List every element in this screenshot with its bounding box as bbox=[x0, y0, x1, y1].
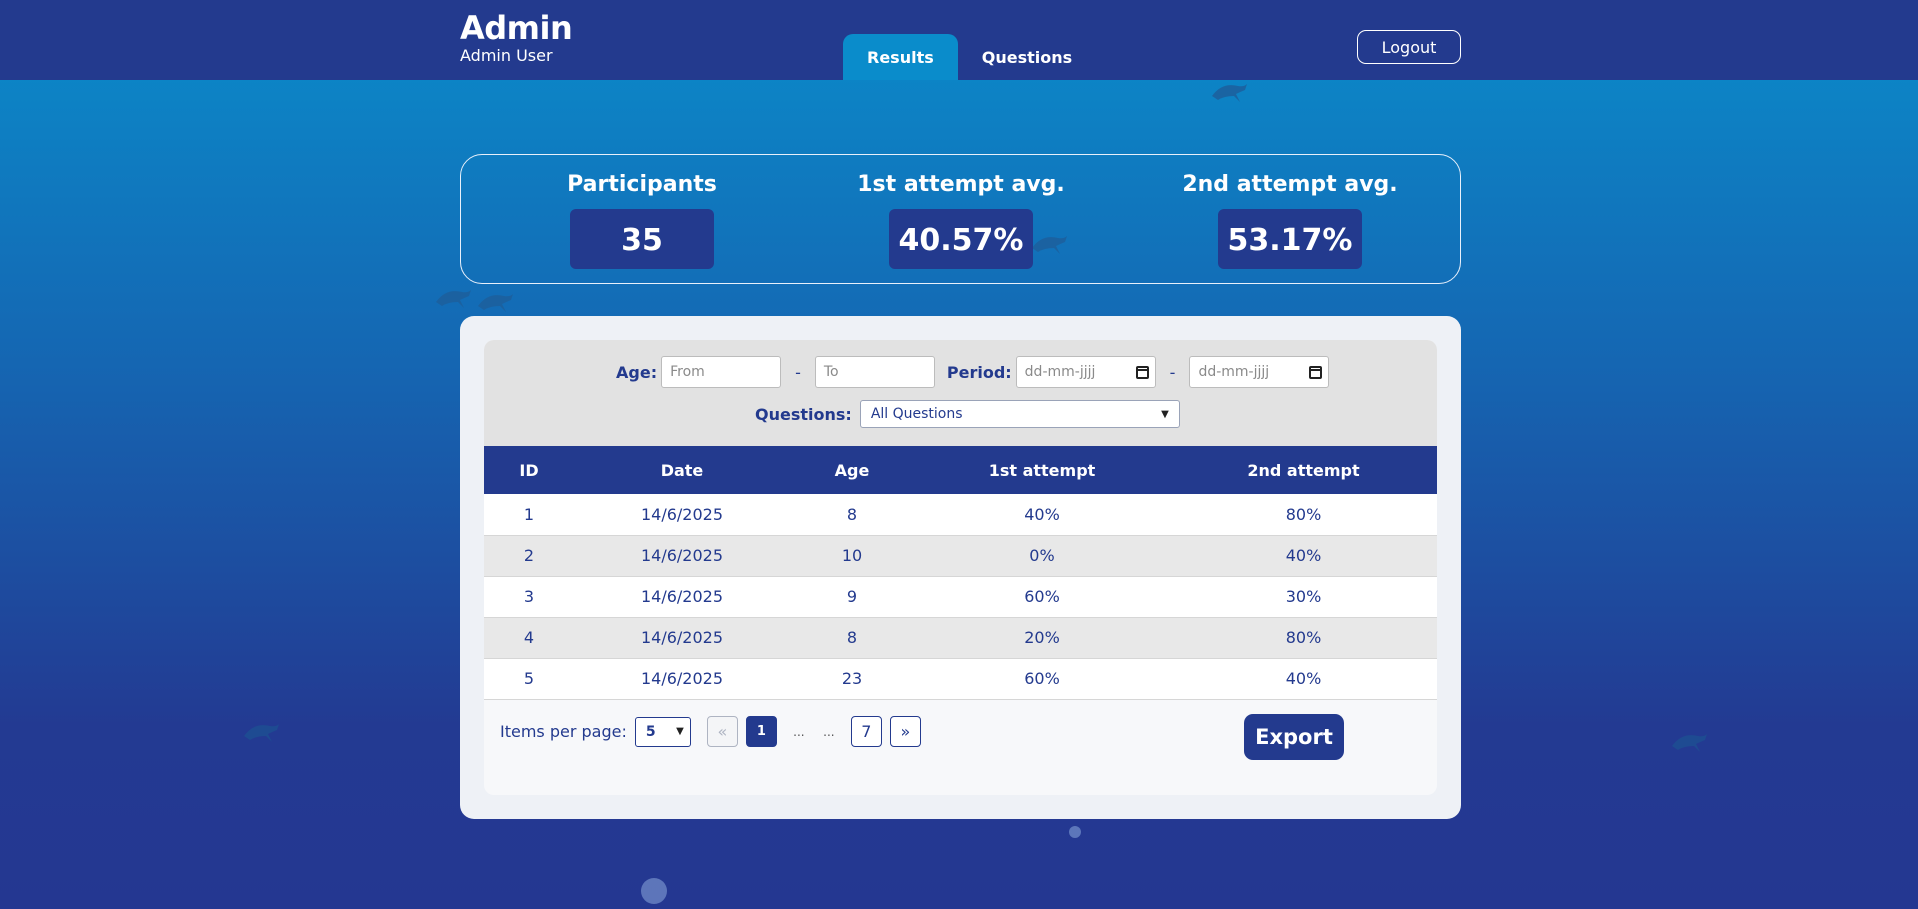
cell-id: 2 bbox=[484, 535, 574, 577]
export-button[interactable]: Export bbox=[1244, 714, 1344, 760]
period-label: Period: bbox=[946, 362, 1012, 382]
cell-age: 8 bbox=[790, 494, 914, 536]
tab-questions[interactable]: Questions bbox=[958, 34, 1096, 80]
next-page-button[interactable]: » bbox=[889, 716, 921, 747]
age-label: Age: bbox=[616, 362, 658, 382]
cell-first-attempt: 20% bbox=[914, 617, 1170, 659]
age-from-input[interactable]: From bbox=[661, 356, 782, 388]
logout-button[interactable]: Logout bbox=[1357, 30, 1461, 64]
dolphin-icon bbox=[1672, 734, 1707, 752]
bubble bbox=[1069, 826, 1081, 838]
bubble bbox=[641, 878, 667, 904]
results-table: ID Date Age 1st attempt 2nd attempt 1 14… bbox=[484, 446, 1437, 700]
app-header: Admin Admin User Results Questions Logou… bbox=[0, 0, 1918, 80]
cell-age: 10 bbox=[790, 535, 914, 577]
cell-first-attempt: 40% bbox=[914, 494, 1170, 536]
cell-age: 8 bbox=[790, 617, 914, 659]
cell-age: 23 bbox=[790, 658, 914, 700]
stat-first-attempt-avg: 1st attempt avg. 40.57% bbox=[811, 171, 1111, 269]
stats-panel: Participants 35 1st attempt avg. 40.57% … bbox=[460, 154, 1461, 284]
separator: - bbox=[1169, 362, 1176, 382]
table-row[interactable]: 2 14/6/2025 10 0% 40% bbox=[484, 535, 1437, 577]
cell-date: 14/6/2025 bbox=[574, 617, 790, 659]
cell-age: 9 bbox=[790, 576, 914, 618]
column-header-age[interactable]: Age bbox=[790, 446, 914, 494]
stat-label: 1st attempt avg. bbox=[857, 172, 1065, 197]
cell-first-attempt: 0% bbox=[914, 535, 1170, 577]
cell-date: 14/6/2025 bbox=[574, 494, 790, 536]
cell-second-attempt: 80% bbox=[1170, 494, 1437, 536]
table-row[interactable]: 3 14/6/2025 9 60% 30% bbox=[484, 576, 1437, 618]
cell-second-attempt: 40% bbox=[1170, 658, 1437, 700]
stat-value: 35 bbox=[570, 209, 714, 269]
cell-date: 14/6/2025 bbox=[574, 576, 790, 618]
pagination-ellipsis: ... bbox=[823, 724, 835, 739]
dolphin-icon bbox=[1212, 84, 1247, 102]
cell-id: 3 bbox=[484, 576, 574, 618]
table-row[interactable]: 4 14/6/2025 8 20% 80% bbox=[484, 617, 1437, 659]
date-placeholder: dd-mm-jjjj bbox=[1024, 364, 1096, 380]
cell-second-attempt: 30% bbox=[1170, 576, 1437, 618]
chevron-down-icon: ▼ bbox=[676, 726, 684, 737]
page-button-current[interactable]: 1 bbox=[745, 716, 777, 747]
column-header-second-attempt[interactable]: 2nd attempt bbox=[1170, 446, 1437, 494]
questions-select[interactable]: All Questions ▼ bbox=[859, 400, 1180, 428]
cell-id: 5 bbox=[484, 658, 574, 700]
results-card: Age: From - To Period: dd-mm-jjjj - dd-m… bbox=[460, 316, 1461, 819]
pagination-ellipsis: ... bbox=[793, 724, 805, 739]
column-header-date[interactable]: Date bbox=[574, 446, 790, 494]
cell-date: 14/6/2025 bbox=[574, 658, 790, 700]
user-name: Admin User bbox=[460, 46, 553, 65]
period-start-date-input[interactable]: dd-mm-jjjj bbox=[1015, 356, 1156, 388]
table-row[interactable]: 5 14/6/2025 23 60% 40% bbox=[484, 658, 1437, 700]
filter-bar: Age: From - To Period: dd-mm-jjjj - dd-m… bbox=[484, 340, 1437, 446]
results-panel: Age: From - To Period: dd-mm-jjjj - dd-m… bbox=[484, 340, 1437, 795]
stat-value: 40.57% bbox=[889, 209, 1033, 269]
cell-first-attempt: 60% bbox=[914, 576, 1170, 618]
dolphin-icon bbox=[436, 290, 471, 308]
brand: Admin Admin User bbox=[460, 9, 573, 66]
questions-selected-value: All Questions bbox=[870, 406, 963, 422]
questions-label: Questions: bbox=[755, 404, 852, 424]
cell-date: 14/6/2025 bbox=[574, 535, 790, 577]
cell-first-attempt: 60% bbox=[914, 658, 1170, 700]
page-button-last[interactable]: 7 bbox=[850, 716, 882, 747]
main-nav: Results Questions bbox=[843, 34, 1096, 80]
dolphin-icon bbox=[244, 724, 279, 742]
separator: - bbox=[795, 362, 801, 382]
date-placeholder: dd-mm-jjjj bbox=[1198, 364, 1270, 380]
calendar-icon[interactable] bbox=[1309, 365, 1323, 379]
table-row[interactable]: 1 14/6/2025 8 40% 80% bbox=[484, 494, 1437, 536]
table-header-row: ID Date Age 1st attempt 2nd attempt bbox=[484, 446, 1437, 494]
stat-value: 53.17% bbox=[1218, 209, 1362, 269]
chevron-down-icon: ▼ bbox=[1161, 408, 1169, 420]
column-header-id[interactable]: ID bbox=[484, 446, 574, 494]
tab-results[interactable]: Results bbox=[843, 34, 958, 80]
cell-second-attempt: 80% bbox=[1170, 617, 1437, 659]
app-title: Admin bbox=[460, 9, 573, 47]
cell-id: 4 bbox=[484, 617, 574, 659]
filter-row-questions: Questions: All Questions ▼ bbox=[755, 400, 1180, 428]
filter-row-age-period: Age: From - To Period: dd-mm-jjjj - dd-m… bbox=[616, 356, 1330, 388]
calendar-icon[interactable] bbox=[1135, 365, 1149, 379]
prev-page-button[interactable]: « bbox=[706, 716, 738, 747]
column-header-first-attempt[interactable]: 1st attempt bbox=[914, 446, 1170, 494]
cell-second-attempt: 40% bbox=[1170, 535, 1437, 577]
stat-label: Participants bbox=[567, 172, 717, 197]
items-per-page-label: Items per page: bbox=[500, 722, 627, 741]
stat-label: 2nd attempt avg. bbox=[1182, 172, 1398, 197]
dolphin-icon bbox=[478, 294, 513, 312]
items-per-page-select[interactable]: 5 ▼ bbox=[634, 716, 691, 747]
period-end-date-input[interactable]: dd-mm-jjjj bbox=[1189, 356, 1330, 388]
stat-second-attempt-avg: 2nd attempt avg. 53.17% bbox=[1140, 171, 1440, 269]
stat-participants: Participants 35 bbox=[492, 171, 792, 269]
cell-id: 1 bbox=[484, 494, 574, 536]
pagination: Items per page: 5 ▼ « 1 ... ... 7 » bbox=[500, 716, 921, 747]
items-per-page-value: 5 bbox=[645, 723, 656, 740]
age-to-input[interactable]: To bbox=[814, 356, 935, 388]
